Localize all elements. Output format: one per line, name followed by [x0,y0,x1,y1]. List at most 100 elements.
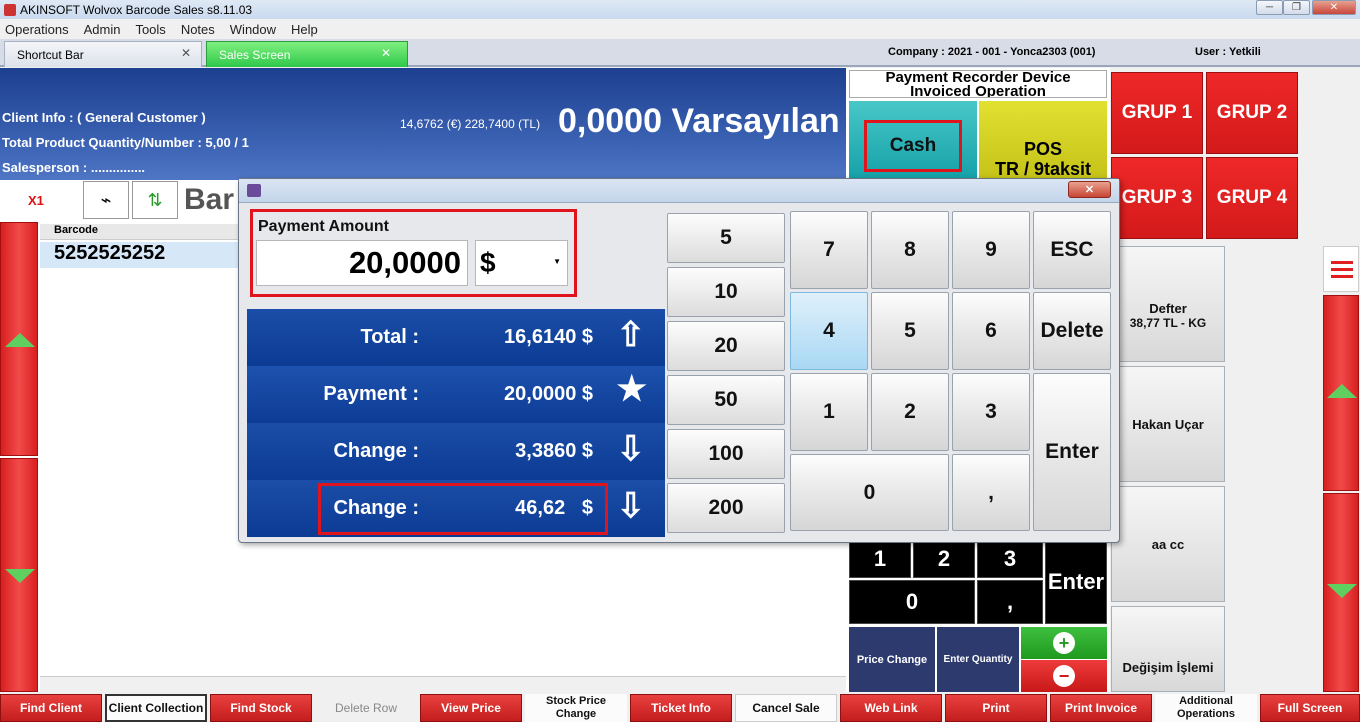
price-change-button[interactable]: Price Change [849,627,935,692]
window-title: AKINSOFT Wolvox Barcode Sales s8.11.03 [20,2,253,17]
keypad-0[interactable]: 0 [849,580,975,624]
scroll-up-left-button[interactable] [0,222,38,456]
ticket-info-button[interactable]: Ticket Info [630,694,732,722]
grup-3-button[interactable]: GRUP 3 [1111,157,1203,239]
quick-amount-50[interactable]: 50 [667,375,785,425]
key-0[interactable]: 0 [790,454,949,531]
key-8[interactable]: 8 [871,211,949,289]
currency-select[interactable]: $ ▼ [475,240,568,286]
keypad-enter[interactable]: Enter [1045,540,1107,624]
menu-bar: Operations Admin Tools Notes Window Help [0,19,1360,39]
key-9[interactable]: 9 [952,211,1030,289]
print-button[interactable]: Print [945,694,1047,722]
dialog-close-button[interactable]: ✕ [1068,181,1111,198]
payment-row: Payment : 20,0000 $ ★ [247,366,665,422]
arrow-down-icon [5,569,35,583]
quick-amount-10[interactable]: 10 [667,267,785,317]
change-row-2: Change : 46,62 $ ⇩ [247,480,665,536]
menu-notes[interactable]: Notes [181,22,215,37]
total-quantity: Total Product Quantity/Number : 5,00 / 1 [2,135,249,150]
keypad-3[interactable]: 3 [977,540,1043,578]
close-window-button[interactable]: ✕ [1312,0,1356,15]
grup-4-button[interactable]: GRUP 4 [1206,157,1298,239]
key-enter[interactable]: Enter [1033,373,1111,531]
payment-value: 20,0000 $ [504,383,593,405]
barcode-caption: Bar [184,183,235,216]
tab-close-icon[interactable]: ✕ [381,46,391,60]
decrease-button[interactable]: − [1021,660,1107,692]
dialog-app-icon [247,184,261,197]
enter-quantity-button[interactable]: Enter Quantity [937,627,1019,692]
print-invoice-button[interactable]: Print Invoice [1050,694,1152,722]
quick-amount-200[interactable]: 200 [667,483,785,533]
menu-operations[interactable]: Operations [5,22,69,37]
cancel-sale-button[interactable]: Cancel Sale [735,694,837,722]
arrow-down-icon [1327,584,1357,598]
defter-subtitle: 38,77 TL - KG [1129,316,1207,330]
quick-amount-100[interactable]: 100 [667,429,785,479]
defter-button[interactable]: Defter 38,77 TL - KG [1111,246,1225,362]
menu-window[interactable]: Window [230,22,276,37]
menu-help[interactable]: Help [291,22,318,37]
col-barcode: Barcode [54,224,99,236]
key-6[interactable]: 6 [952,292,1030,370]
change-value: 3,3860 $ [515,440,593,462]
find-stock-button[interactable]: Find Stock [210,694,312,722]
additional-operations-button[interactable]: Additional Operations [1155,694,1257,722]
currency-value: $ [480,247,496,278]
total-value: 16,6140 $ [504,326,593,348]
scroll-down-left-button[interactable] [0,458,38,692]
minimize-button[interactable]: ─ [1256,0,1283,15]
full-screen-button[interactable]: Full Screen [1260,694,1360,722]
client-info: Client Info : ( General Customer ) [2,110,206,125]
tab-close-icon[interactable]: ✕ [181,46,191,60]
key-4[interactable]: 4 [790,292,868,370]
barcode-scanner-icon[interactable]: ⌁ [83,181,129,219]
delete-row-button[interactable]: Delete Row [315,694,417,722]
grup-1-button[interactable]: GRUP 1 [1111,72,1203,154]
payment-amount-label: Payment Amount [258,218,389,235]
menu-button[interactable] [1323,246,1359,292]
stock-price-change-button[interactable]: Stock Price Change [525,694,627,722]
arrow-up-icon [1327,384,1357,398]
key-delete[interactable]: Delete [1033,292,1111,370]
tab-shortcut-bar[interactable]: Shortcut Bar ✕ [4,41,202,67]
exchange-rates: 14,6762 (€) 228,7400 (TL) [400,117,541,131]
web-link-button[interactable]: Web Link [840,694,942,722]
quick-amount-20[interactable]: 20 [667,321,785,371]
client-collection-button[interactable]: Client Collection [105,694,207,722]
menu-tools[interactable]: Tools [135,22,165,37]
key-5[interactable]: 5 [871,292,949,370]
hakan-ucar-button[interactable]: Hakan Uçar [1111,366,1225,482]
tab-strip [0,39,1360,67]
aa-cc-button[interactable]: aa cc [1111,486,1225,602]
arrow-up-icon: ⇧ [616,316,646,354]
key-esc[interactable]: ESC [1033,211,1111,289]
key-3[interactable]: 3 [952,373,1030,451]
menu-admin[interactable]: Admin [84,22,121,37]
key-7[interactable]: 7 [790,211,868,289]
increase-button[interactable]: + [1021,627,1107,659]
view-price-button[interactable]: View Price [420,694,522,722]
tab-sales-screen[interactable]: Sales Screen ✕ [206,41,408,67]
horizontal-scrollbar[interactable] [40,676,846,692]
device-panel[interactable]: Payment Recorder Device Invoiced Operati… [849,70,1107,98]
restore-button[interactable]: ❐ [1283,0,1310,15]
payment-amount-input[interactable]: 20,0000 [256,240,468,286]
scroll-up-right-button[interactable] [1323,295,1359,491]
quick-amount-5[interactable]: 5 [667,213,785,263]
degisim-islemi-button[interactable]: Değişim İşlemi [1111,606,1225,692]
keypad-comma[interactable]: , [977,580,1043,624]
keypad-2[interactable]: 2 [913,540,975,578]
scroll-down-right-button[interactable] [1323,493,1359,692]
transfer-icon[interactable]: ⇅ [132,181,178,219]
key-comma[interactable]: , [952,454,1030,531]
pos-button[interactable]: POS TR / 9taksit [979,101,1107,181]
key-2[interactable]: 2 [871,373,949,451]
change-label: Change : [333,440,419,462]
grup-2-button[interactable]: GRUP 2 [1206,72,1298,154]
keypad-1[interactable]: 1 [849,540,911,578]
find-client-button[interactable]: Find Client [0,694,102,722]
cash-button[interactable]: Cash [849,101,977,181]
key-1[interactable]: 1 [790,373,868,451]
